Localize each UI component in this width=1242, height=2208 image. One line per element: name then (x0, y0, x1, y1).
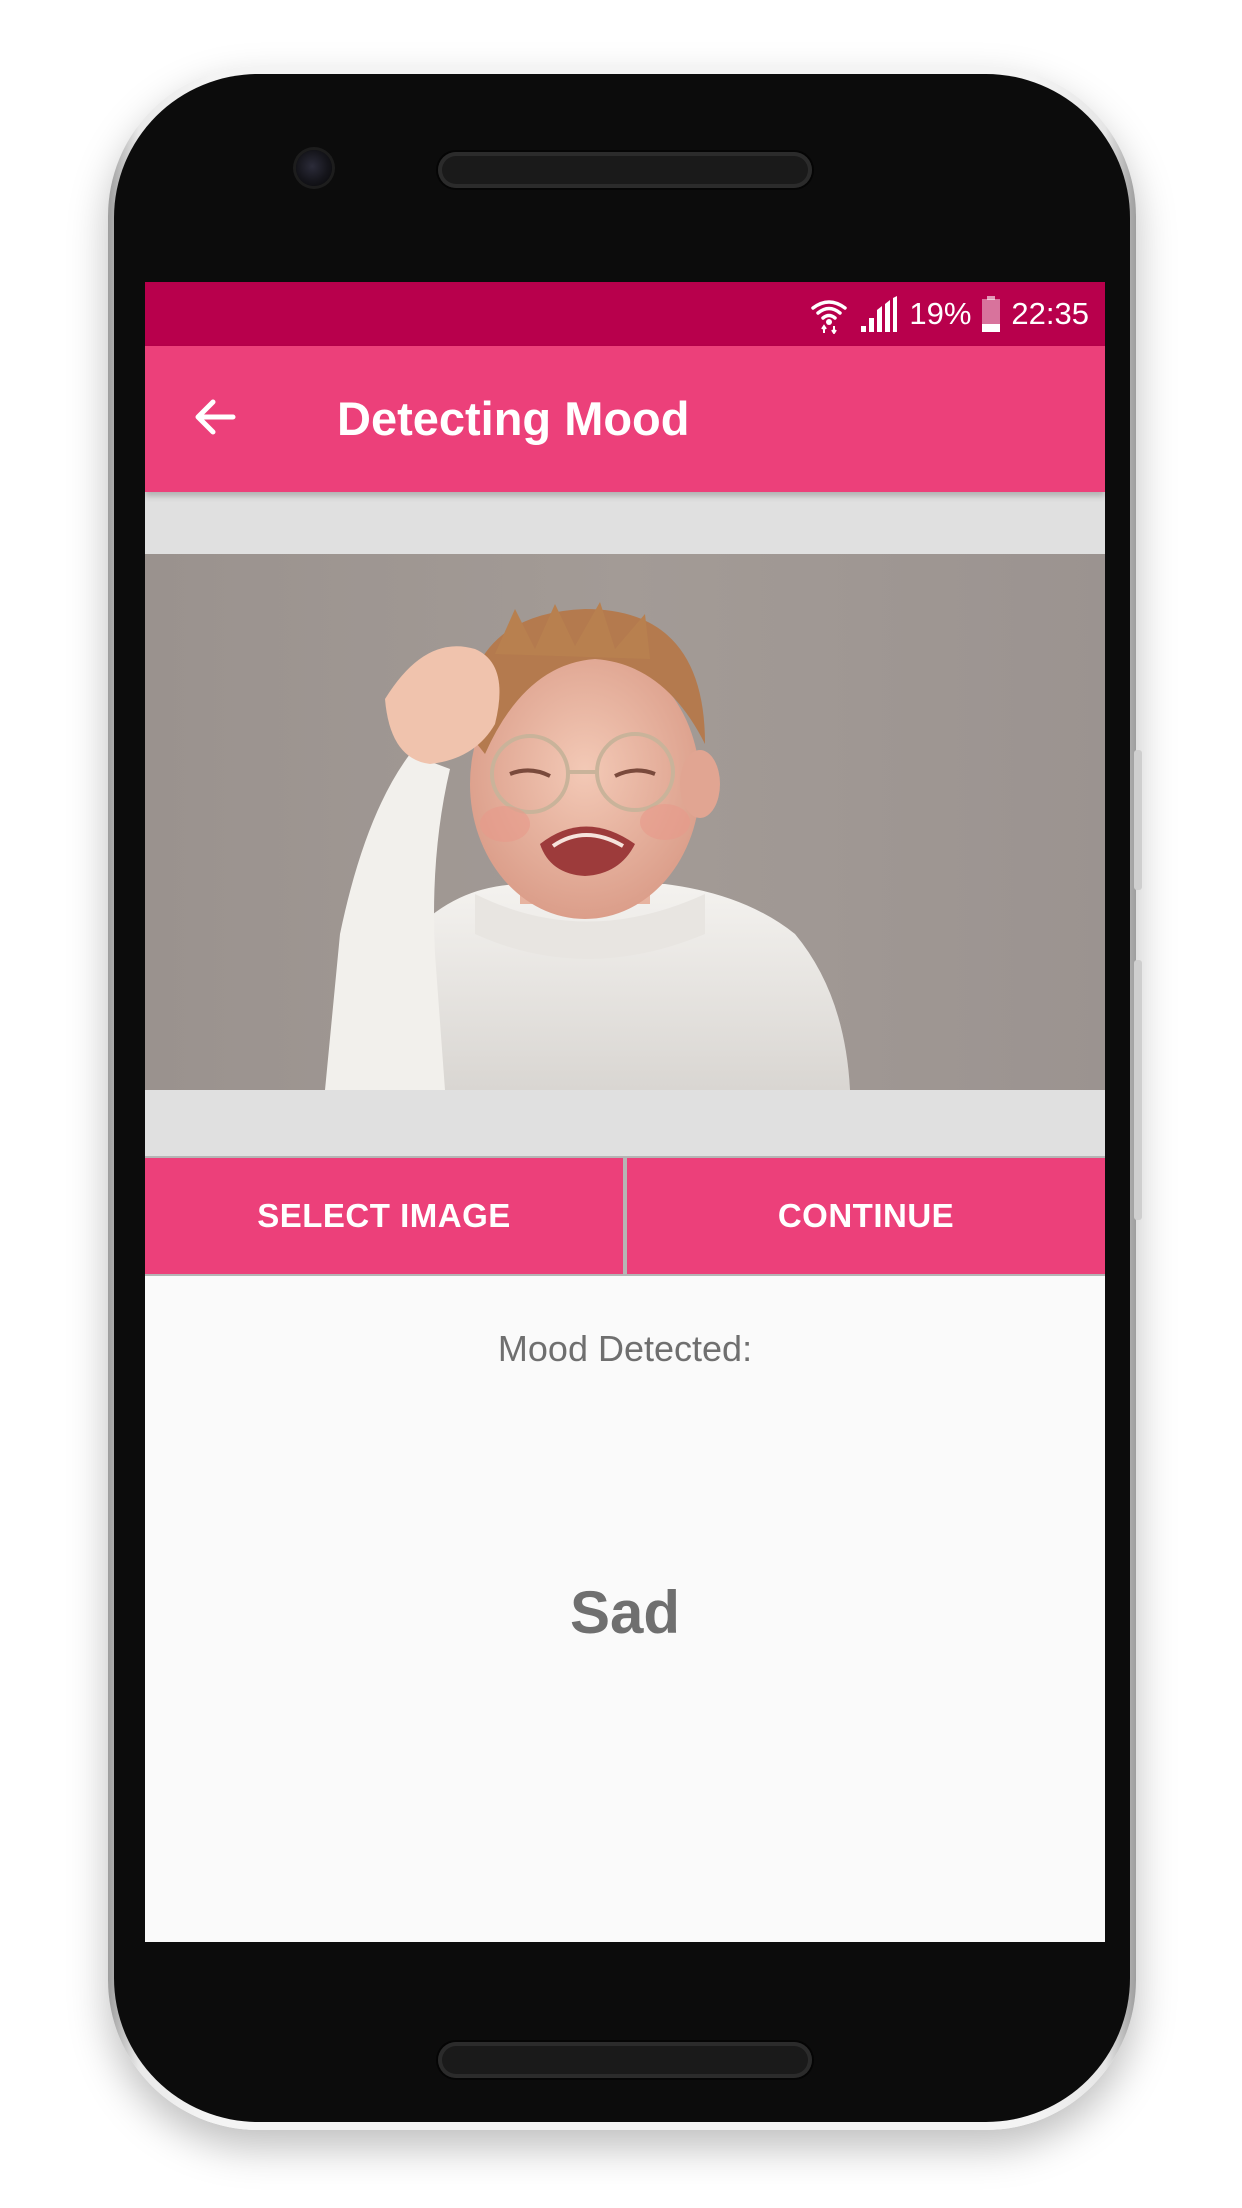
page-title: Detecting Mood (337, 392, 690, 445)
volume-button (1134, 750, 1142, 890)
bottom-speaker (438, 2042, 812, 2078)
battery-icon (981, 296, 1001, 332)
back-button[interactable] (185, 389, 245, 449)
arrow-left-icon (191, 393, 239, 446)
status-icons: 19% 22:35 (809, 282, 1089, 346)
app-bar: Detecting Mood (145, 346, 1105, 492)
mood-result: Sad (569, 1579, 681, 1646)
image-container (145, 492, 1105, 1156)
status-bar: 19% 22:35 (145, 282, 1105, 346)
select-image-button[interactable]: SELECT IMAGE (145, 1158, 623, 1274)
top-speaker (438, 152, 812, 188)
crying-child-photo (145, 554, 1105, 1090)
phone-screen: 19% 22:35 Detecting Mood SELECT IMAGE CO… (145, 282, 1105, 1942)
page: 19% 22:35 Detecting Mood SELECT IMAGE CO… (0, 0, 1242, 2208)
continue-button[interactable]: CONTINUE (627, 1158, 1105, 1274)
power-button (1134, 960, 1142, 1220)
front-camera (296, 150, 332, 186)
mood-detected-label: Mood Detected: (497, 1328, 753, 1369)
battery-percent: 19% (909, 296, 972, 331)
action-buttons: SELECT IMAGE CONTINUE (145, 1156, 1105, 1276)
wifi-icon (809, 294, 849, 334)
signal-icon (859, 296, 899, 332)
clock: 22:35 (1011, 296, 1089, 331)
